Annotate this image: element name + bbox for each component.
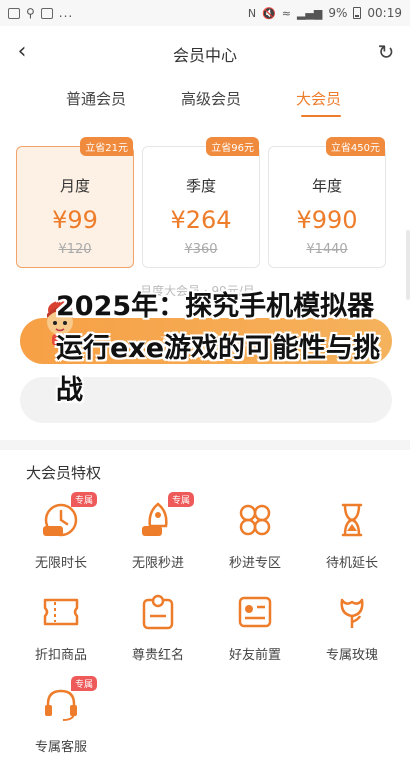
membership-tabs: 普通会员 高级会员 大会员 [0,84,410,120]
privilege-exclusive-support[interactable]: 专属 专属客服 [11,676,111,768]
plan-card-monthly[interactable]: 立省21元 月度 ¥99 ¥120 [16,137,134,268]
mute-icon: 🔇 [262,6,276,20]
privilege-label: 无限时长 [34,556,87,571]
privilege-label: 尊贵红名 [131,648,184,663]
image-icon [40,7,53,19]
plan-name: 季度 [185,177,216,195]
status-bar: ⚲ ... N 🔇 ≈ ▂▄▆ 9% 00:19 [0,0,410,26]
tab-advanced-member[interactable]: 高级会员 [181,88,241,109]
signal-icon: ▂▄▆ [296,6,323,20]
red-name-icon [142,594,174,630]
back-chevron-icon[interactable]: ‹ [10,40,34,64]
privilege-label: 专属客服 [34,740,87,755]
active-tab-indicator [301,115,341,117]
privilege-label: 待机延长 [325,556,378,571]
scrollbar[interactable] [406,230,410,300]
plan-price: ¥264 [170,206,232,234]
exclusive-tag: 专属 [71,676,98,691]
privileges-title: 大会员特权 [26,464,102,482]
refresh-icon[interactable]: ↻ [374,40,398,64]
search-icon: ⚲ [26,6,35,20]
privilege-label: 专属玫瑰 [325,648,378,663]
plan-badge: 立省21元 [80,137,133,156]
section-divider [0,440,410,450]
privilege-label: 好友前置 [228,648,281,663]
privilege-instant-zone[interactable]: 秒进专区 [205,500,305,590]
battery-percent: 9% [328,6,348,20]
more-notifications-dots: ... [58,6,74,20]
privilege-exclusive-rose[interactable]: 专属玫瑰 [302,592,402,682]
privilege-discount-goods[interactable]: 折扣商品 [11,592,111,682]
hourglass-icon [341,503,363,537]
header: ‹ 会员中心 ↻ [0,26,410,82]
plan-badge: 立省96元 [206,137,259,156]
plan-name: 年度 [311,177,342,195]
plan-card-quarterly[interactable]: 立省96元 季度 ¥264 ¥360 [142,137,260,268]
nfc-icon: N [247,6,257,20]
exclusive-tag: 专属 [71,492,98,507]
privilege-standby-extension[interactable]: 待机延长 [302,500,402,590]
plan-original-price: ¥1440 [306,242,348,257]
plan-original-price: ¥360 [184,242,218,257]
privilege-label: 秒进专区 [228,556,281,571]
exclusive-tag: 专属 [168,492,195,507]
privilege-unlimited-time[interactable]: 专属 无限时长 [11,492,111,590]
clock-time: 00:19 [367,6,402,20]
plan-price: ¥990 [296,206,358,234]
plan-original-price: ¥120 [58,242,92,257]
plan-name: 月度 [59,177,90,195]
privilege-unlimited-instant-entry[interactable]: 专属 无限秒进 [108,492,208,590]
battery-icon [353,7,362,19]
plan-list: 立省21元 月度 ¥99 ¥120 立省96元 季度 ¥264 ¥360 立省4… [0,136,410,270]
plan-card-yearly[interactable]: 立省450元 年度 ¥990 ¥1440 [268,137,386,268]
privilege-friend-priority[interactable]: 好友前置 [205,592,305,682]
plan-badge: 立省450元 [325,137,385,156]
article-title-overlay: 2025年：探究手机模拟器运行exe游戏的可能性与挑战 [56,291,381,406]
rose-icon [340,598,364,628]
page-title: 会员中心 [172,46,237,65]
privilege-red-name[interactable]: 尊贵红名 [108,592,208,682]
friend-card-icon [238,596,272,628]
tab-big-member[interactable]: 大会员 [296,88,341,109]
plan-price: ¥99 [52,206,98,234]
privilege-label: 折扣商品 [34,648,87,663]
tab-regular-member[interactable]: 普通会员 [66,88,126,109]
image-icon [8,7,20,19]
privilege-label: 无限秒进 [131,556,184,571]
wifi-icon: ≈ [281,6,291,20]
grid-icon [239,504,271,536]
ticket-icon [43,598,79,626]
